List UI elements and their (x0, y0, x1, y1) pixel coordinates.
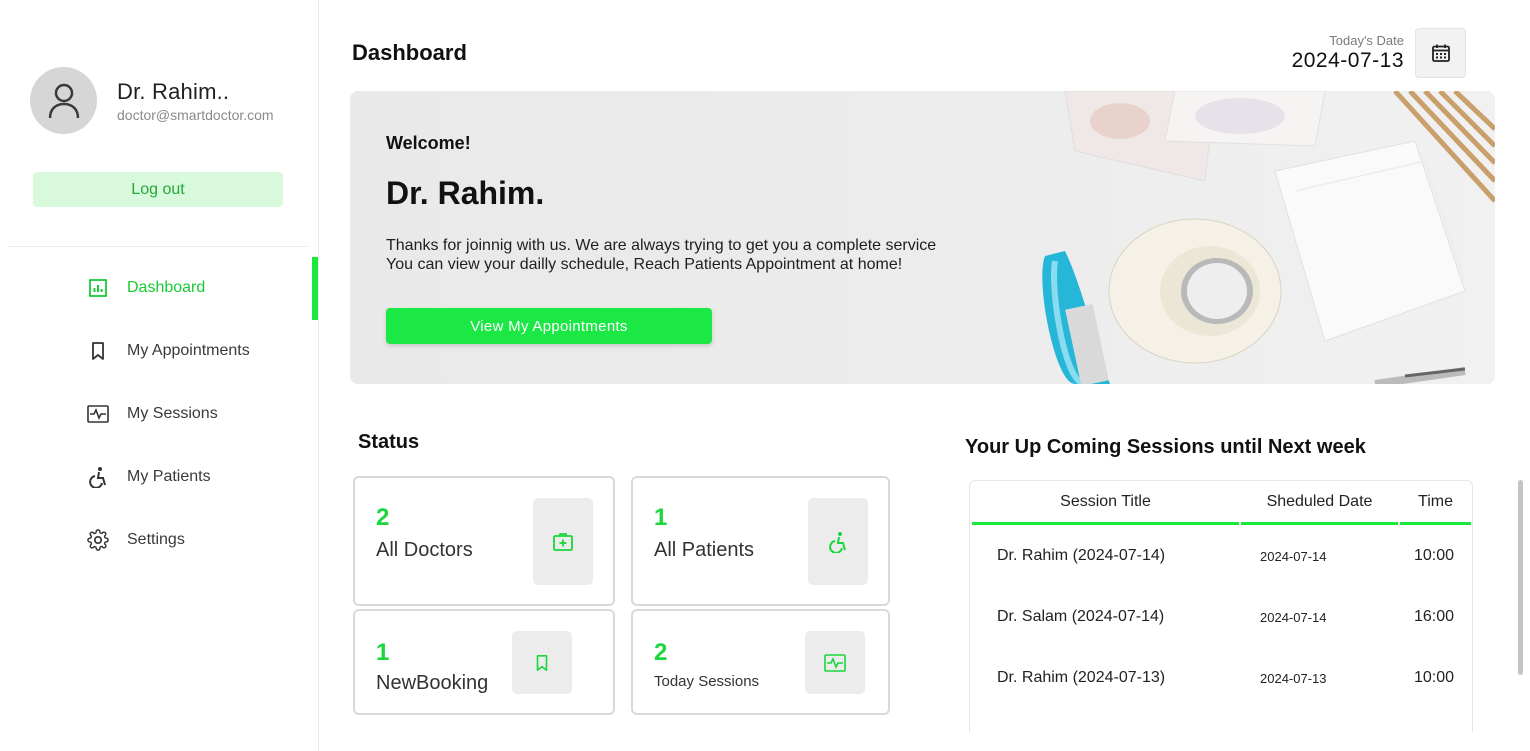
welcome-message: Thanks for joinnig with us. We are alway… (386, 236, 1006, 274)
card-count: 2 (376, 504, 390, 531)
accessible-icon (86, 465, 110, 489)
sidebar-item-patients[interactable]: My Patients (86, 465, 211, 489)
calendar-icon (1431, 44, 1450, 62)
accessible-icon (808, 498, 868, 585)
date-label: Today's Date (1329, 33, 1404, 48)
view-appointments-button[interactable]: View My Appointments (386, 308, 712, 344)
divider (8, 246, 308, 247)
card-label: All Doctors (376, 539, 473, 561)
medical-bag-icon (533, 498, 593, 585)
card-count: 1 (654, 504, 668, 531)
session-title-cell: Dr. Rahim (2024-07-13) (997, 669, 1166, 686)
sidebar-item-label: Settings (127, 531, 185, 548)
bookmark-icon (512, 631, 572, 694)
session-time-cell: 10:00 (1414, 547, 1455, 564)
sidebar-item-settings[interactable]: Settings (86, 528, 185, 552)
scrollbar[interactable] (1518, 480, 1523, 675)
column-header: Session Title (972, 481, 1239, 525)
session-title-cell: Dr. Salam (2024-07-14) (997, 608, 1165, 625)
sidebar-item-label: Dashboard (127, 279, 206, 296)
user-name: Dr. Rahim.. (117, 78, 230, 104)
calendar-button[interactable] (1415, 28, 1466, 78)
sidebar-item-label: My Appointments (127, 342, 250, 359)
bookmark-icon (86, 339, 110, 363)
sidebar: Dr. Rahim.. doctor@smartdoctor.com Log o… (0, 0, 319, 751)
status-card-sessions[interactable]: 2 Today Sessions (631, 609, 890, 715)
sidebar-item-label: My Patients (127, 468, 211, 485)
sidebar-item-dashboard[interactable]: Dashboard (86, 276, 205, 300)
user-icon (48, 83, 79, 118)
card-label: NewBooking (376, 672, 489, 694)
sidebar-item-appointments[interactable]: My Appointments (86, 339, 250, 363)
todays-date: Today's Date 2024-07-13 (1292, 33, 1404, 73)
page-title: Dashboard (352, 40, 467, 65)
user-profile: Dr. Rahim.. doctor@smartdoctor.com (30, 67, 274, 134)
status-card-bookings[interactable]: 1 NewBooking (353, 609, 615, 715)
session-date-cell: 2024-07-14 (1260, 610, 1327, 625)
sessions-table: Session Title Sheduled Date Time Dr. Rah… (969, 480, 1473, 732)
welcome-heading: Welcome! (386, 133, 471, 153)
card-label: All Patients (654, 539, 755, 561)
welcome-line: You can view your dailly schedule, Reach… (386, 256, 903, 273)
doctor-name: Dr. Rahim. (386, 175, 545, 211)
status-title: Status (358, 431, 420, 453)
card-count: 1 (376, 639, 390, 666)
welcome-line: Thanks for joinnig with us. We are alway… (386, 237, 937, 254)
session-time-cell: 10:00 (1414, 669, 1455, 686)
logout-button[interactable]: Log out (33, 172, 283, 207)
avatar (30, 67, 97, 134)
bar-chart-icon (86, 276, 110, 300)
active-indicator (312, 257, 318, 320)
card-count: 2 (654, 639, 668, 666)
card-label: Today Sessions (654, 673, 760, 690)
sidebar-item-label: My Sessions (127, 405, 218, 422)
session-time-cell: 16:00 (1414, 608, 1455, 625)
welcome-banner: Welcome! Dr. Rahim. Thanks for joinnig w… (350, 91, 1495, 384)
user-email: doctor@smartdoctor.com (117, 106, 274, 123)
pulse-icon (805, 631, 865, 694)
session-date-cell: 2024-07-13 (1260, 671, 1327, 686)
pulse-icon (86, 402, 110, 426)
date-value: 2024-07-13 (1291, 49, 1404, 72)
status-card-doctors[interactable]: 2 All Doctors (353, 476, 615, 606)
gear-icon (86, 528, 110, 552)
session-date-cell: 2024-07-14 (1260, 549, 1327, 564)
upcoming-sessions-title: Your Up Coming Sessions until Next week (965, 436, 1366, 458)
status-card-patients[interactable]: 1 All Patients (631, 476, 890, 606)
sidebar-item-sessions[interactable]: My Sessions (86, 402, 218, 426)
column-header: Sheduled Date (1241, 481, 1398, 525)
medical-supplies-image (1042, 91, 1495, 384)
session-title-cell: Dr. Rahim (2024-07-14) (997, 547, 1166, 564)
column-header: Time (1400, 481, 1471, 525)
